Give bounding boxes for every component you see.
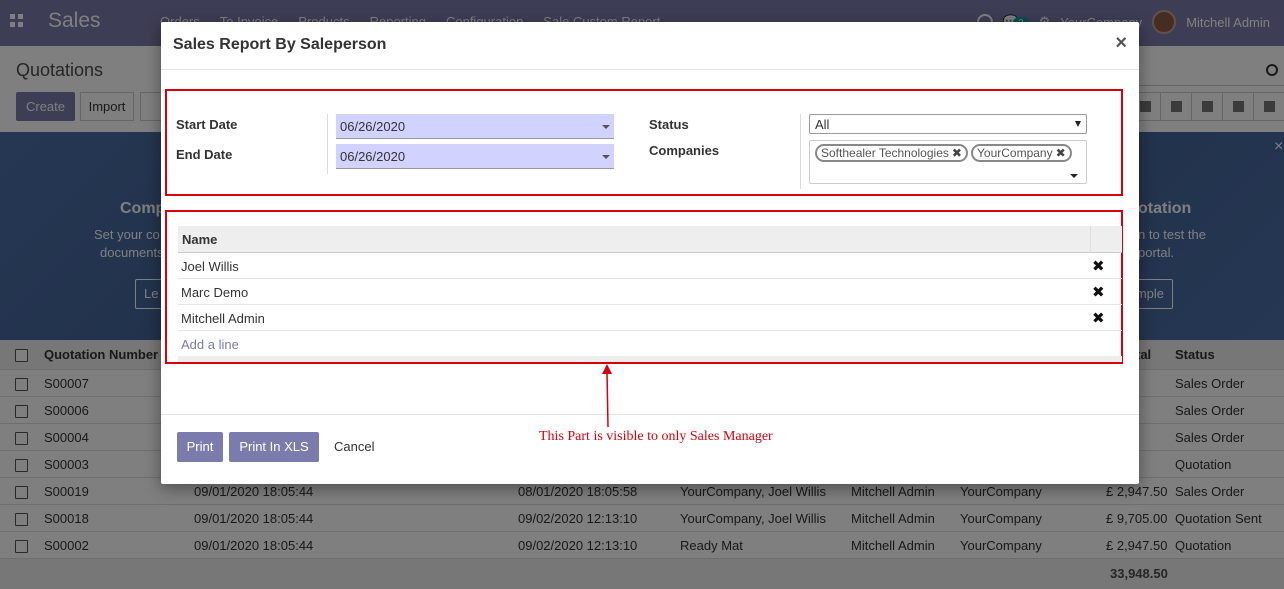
sales-report-dialog: Sales Report By Saleperson × Start Date … [161,22,1139,484]
annotation-arrow [602,364,612,428]
annotation-text: This Part is visible to only Sales Manag… [539,429,773,444]
